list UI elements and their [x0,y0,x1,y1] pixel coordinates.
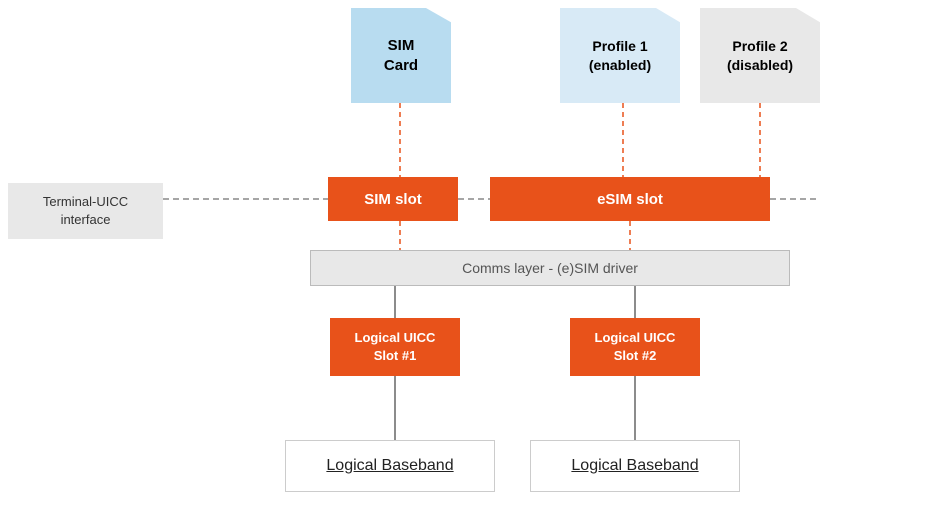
logical-uicc2-box: Logical UICCSlot #2 [570,318,700,376]
comms-layer-box: Comms layer - (e)SIM driver [310,250,790,286]
profile1-card: Profile 1(enabled) [560,8,680,103]
sim-slot-label: SIM slot [364,191,422,208]
terminal-uicc-text: Terminal-UICC interface [43,194,128,227]
logical-uicc2-label: Logical UICCSlot #2 [595,329,676,365]
profile2-card: Profile 2(disabled) [700,8,820,103]
profile1-label: Profile 1(enabled) [589,37,651,73]
comms-layer-label: Comms layer - (e)SIM driver [462,260,638,276]
profile2-label: Profile 2(disabled) [727,37,793,73]
terminal-uicc-label: Terminal-UICC interface [8,183,163,239]
logical-uicc1-box: Logical UICCSlot #1 [330,318,460,376]
esim-slot-box: eSIM slot [490,177,770,221]
sim-card: SIMCard [351,8,451,103]
logical-baseband1-label: Logical Baseband [326,457,453,475]
logical-baseband2-label: Logical Baseband [571,457,698,475]
logical-baseband1-box: Logical Baseband [285,440,495,492]
sim-slot-box: SIM slot [328,177,458,221]
logical-uicc1-label: Logical UICCSlot #1 [355,329,436,365]
esim-slot-label: eSIM slot [597,191,663,208]
sim-card-label: SIMCard [384,36,418,75]
logical-baseband2-box: Logical Baseband [530,440,740,492]
diagram-container: SIMCard Profile 1(enabled) Profile 2(dis… [0,0,935,519]
